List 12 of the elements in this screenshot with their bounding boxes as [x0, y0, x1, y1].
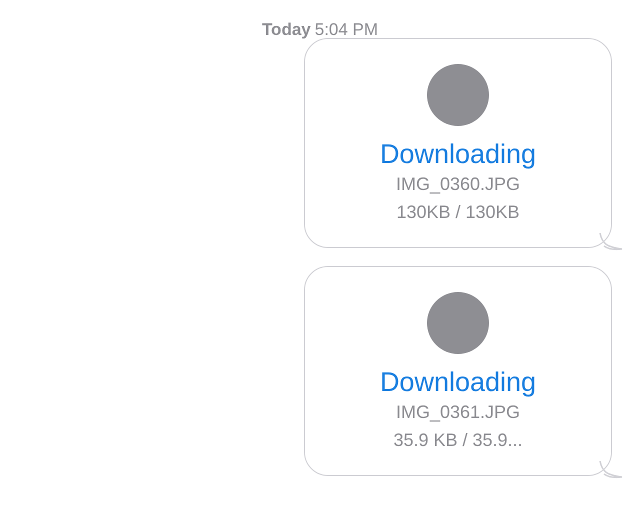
timestamp-time: 5:04 PM — [314, 20, 378, 38]
download-status: Downloading — [380, 366, 536, 398]
file-name: IMG_0361.JPG — [396, 401, 520, 424]
message-bubble[interactable]: Downloading IMG_0361.JPG 35.9 KB / 35.9... — [304, 266, 612, 476]
file-size: 35.9 KB / 35.9... — [393, 429, 523, 452]
bubble-tail — [598, 233, 624, 251]
bubble-tail — [598, 461, 624, 479]
file-size: 130KB / 130KB — [396, 201, 520, 224]
file-name: IMG_0360.JPG — [396, 173, 520, 196]
download-status: Downloading — [380, 138, 536, 170]
timestamp-day: Today — [262, 20, 311, 38]
message-bubble[interactable]: Downloading IMG_0360.JPG 130KB / 130KB — [304, 38, 612, 248]
